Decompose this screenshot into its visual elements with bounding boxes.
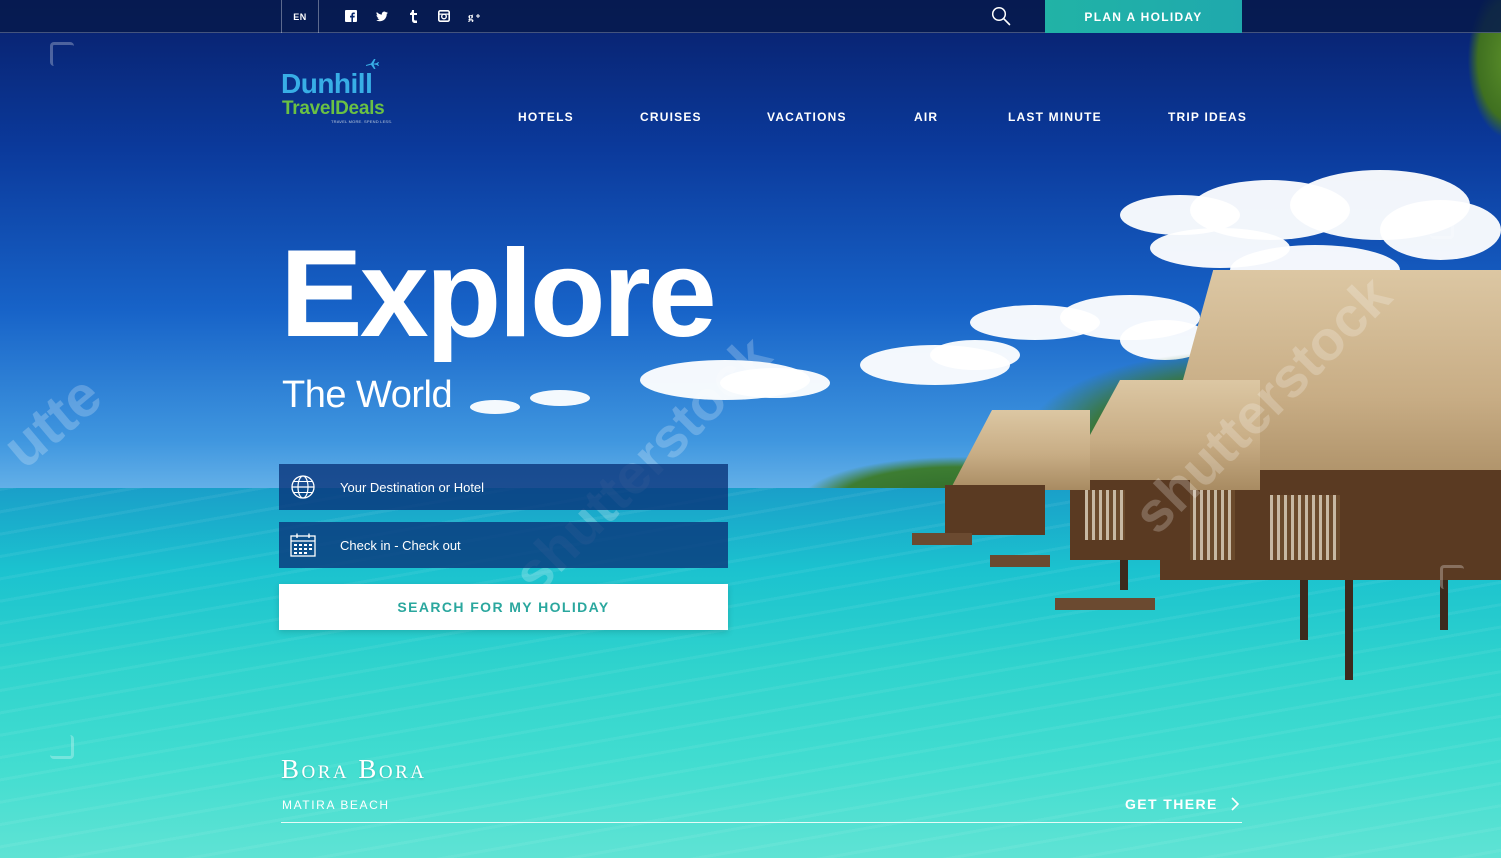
nav-item-vacations[interactable]: VACATIONS <box>767 110 847 124</box>
hero-title: Explore <box>280 225 717 363</box>
destination-input[interactable]: Your Destination or Hotel <box>340 480 484 495</box>
chevron-right-icon <box>1231 797 1239 811</box>
divider <box>281 822 1242 823</box>
logo-wordmark-top: Dunhill <box>281 68 373 99</box>
nav-item-trip-ideas[interactable]: TRIP IDEAS <box>1168 110 1247 124</box>
google-plus-icon[interactable]: g <box>468 9 482 23</box>
destination-name: Bora Bora <box>281 754 427 784</box>
hero-background-image: shutterstock shutterstock utte <box>0 0 1501 858</box>
destination-field[interactable]: Your Destination or Hotel <box>279 464 728 510</box>
search-holiday-button[interactable]: SEARCH FOR MY HOLIDAY <box>279 584 728 630</box>
twitter-icon[interactable] <box>375 9 389 23</box>
tumblr-icon[interactable] <box>406 9 420 23</box>
globe-icon <box>290 474 316 500</box>
search-icon[interactable] <box>991 6 1011 26</box>
nav-item-cruises[interactable]: CRUISES <box>640 110 702 124</box>
instagram-icon[interactable] <box>437 9 451 23</box>
main-nav: HOTELS CRUISES VACATIONS AIR LAST MINUTE… <box>0 110 1501 126</box>
nav-item-hotels[interactable]: HOTELS <box>518 110 574 124</box>
nav-item-air[interactable]: AIR <box>914 110 938 124</box>
hero-subtitle: The World <box>282 374 453 416</box>
top-bar: EN g PLAN A HOLIDAY <box>0 0 1501 33</box>
social-links: g <box>344 9 482 23</box>
language-selector[interactable]: EN <box>281 0 319 33</box>
nav-item-last-minute[interactable]: LAST MINUTE <box>1008 110 1102 124</box>
destination-place: MATIRA BEACH <box>282 798 390 812</box>
svg-text:g: g <box>468 11 474 22</box>
plan-a-holiday-button[interactable]: PLAN A HOLIDAY <box>1045 0 1242 33</box>
calendar-icon <box>290 532 316 558</box>
dates-input[interactable]: Check in - Check out <box>340 538 461 553</box>
dates-field[interactable]: Check in - Check out <box>279 522 728 568</box>
get-there-link[interactable]: GET THERE <box>1125 796 1240 812</box>
facebook-icon[interactable] <box>344 9 358 23</box>
get-there-label: GET THERE <box>1125 796 1218 812</box>
